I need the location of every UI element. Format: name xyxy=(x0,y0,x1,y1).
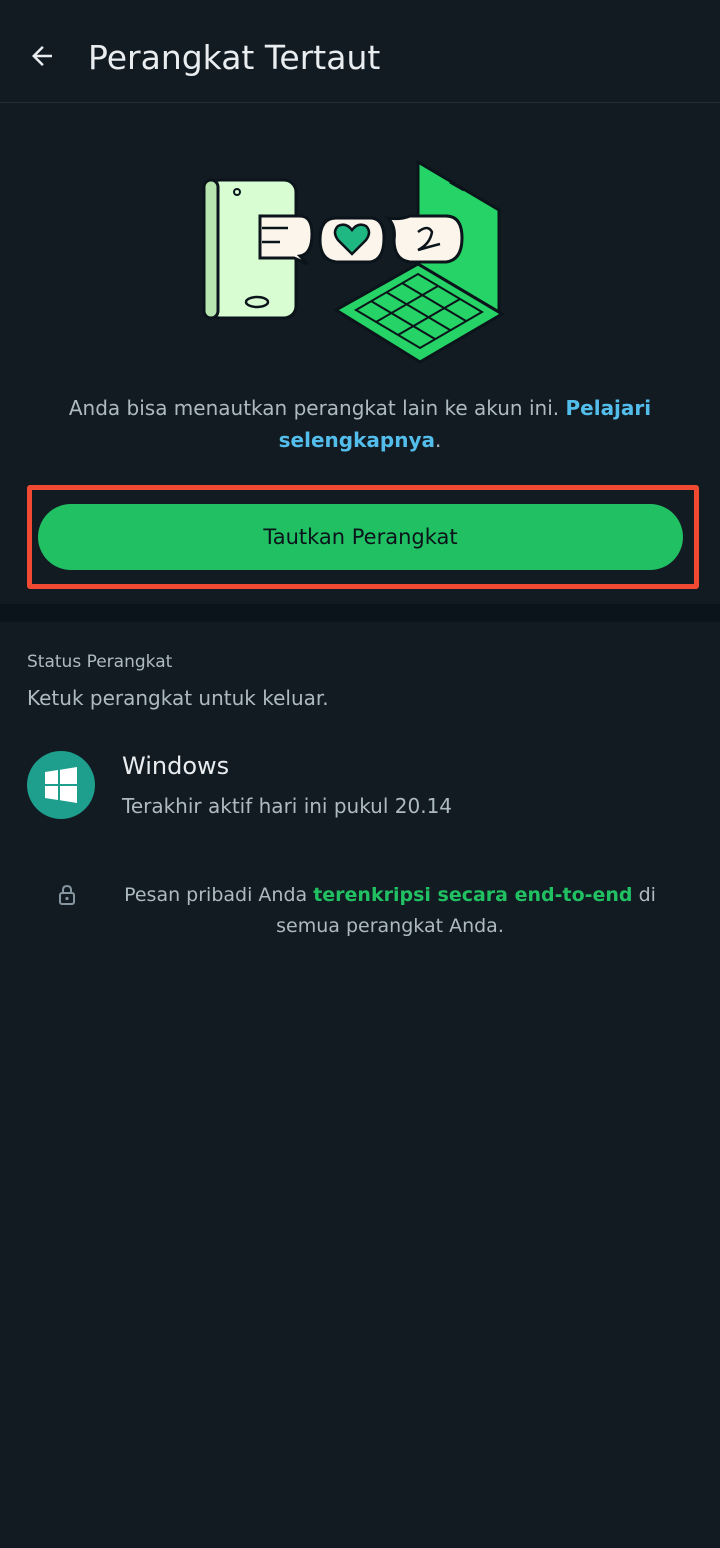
footer-area: Pesan pribadi Anda terenkripsi secara en… xyxy=(0,850,720,1548)
link-device-hero: Anda bisa menautkan perangkat lain ke ak… xyxy=(0,104,720,604)
device-avatar xyxy=(27,751,95,819)
link-device-description: Anda bisa menautkan perangkat lain ke ak… xyxy=(40,392,680,456)
description-period: . xyxy=(434,428,442,452)
lock-icon xyxy=(59,884,75,905)
device-status-label: Status Perangkat xyxy=(27,652,173,672)
back-button[interactable] xyxy=(22,36,62,76)
page-title: Perangkat Tertaut xyxy=(88,38,381,77)
arrow-left-icon xyxy=(32,46,52,66)
device-status-section: Status Perangkat Ketuk perangkat untuk k… xyxy=(0,622,720,850)
device-item-windows[interactable]: Windows Terakhir aktif hari ini pukul 20… xyxy=(0,742,720,834)
description-text: Anda bisa menautkan perangkat lain ke ak… xyxy=(68,396,560,420)
linked-devices-illustration xyxy=(202,159,505,364)
encryption-note: Pesan pribadi Anda terenkripsi secara en… xyxy=(100,880,680,942)
device-status-hint: Ketuk perangkat untuk keluar. xyxy=(27,686,329,710)
link-device-button[interactable]: Tautkan Perangkat xyxy=(38,504,683,570)
section-divider xyxy=(0,604,720,622)
windows-logo-icon xyxy=(45,767,77,803)
device-name: Windows xyxy=(122,752,230,780)
encryption-link[interactable]: terenkripsi secara end-to-end xyxy=(313,884,632,906)
app-bar: Perangkat Tertaut xyxy=(0,0,720,103)
device-last-active: Terakhir aktif hari ini pukul 20.14 xyxy=(122,794,453,818)
encryption-note-prefix: Pesan pribadi Anda xyxy=(124,884,308,906)
